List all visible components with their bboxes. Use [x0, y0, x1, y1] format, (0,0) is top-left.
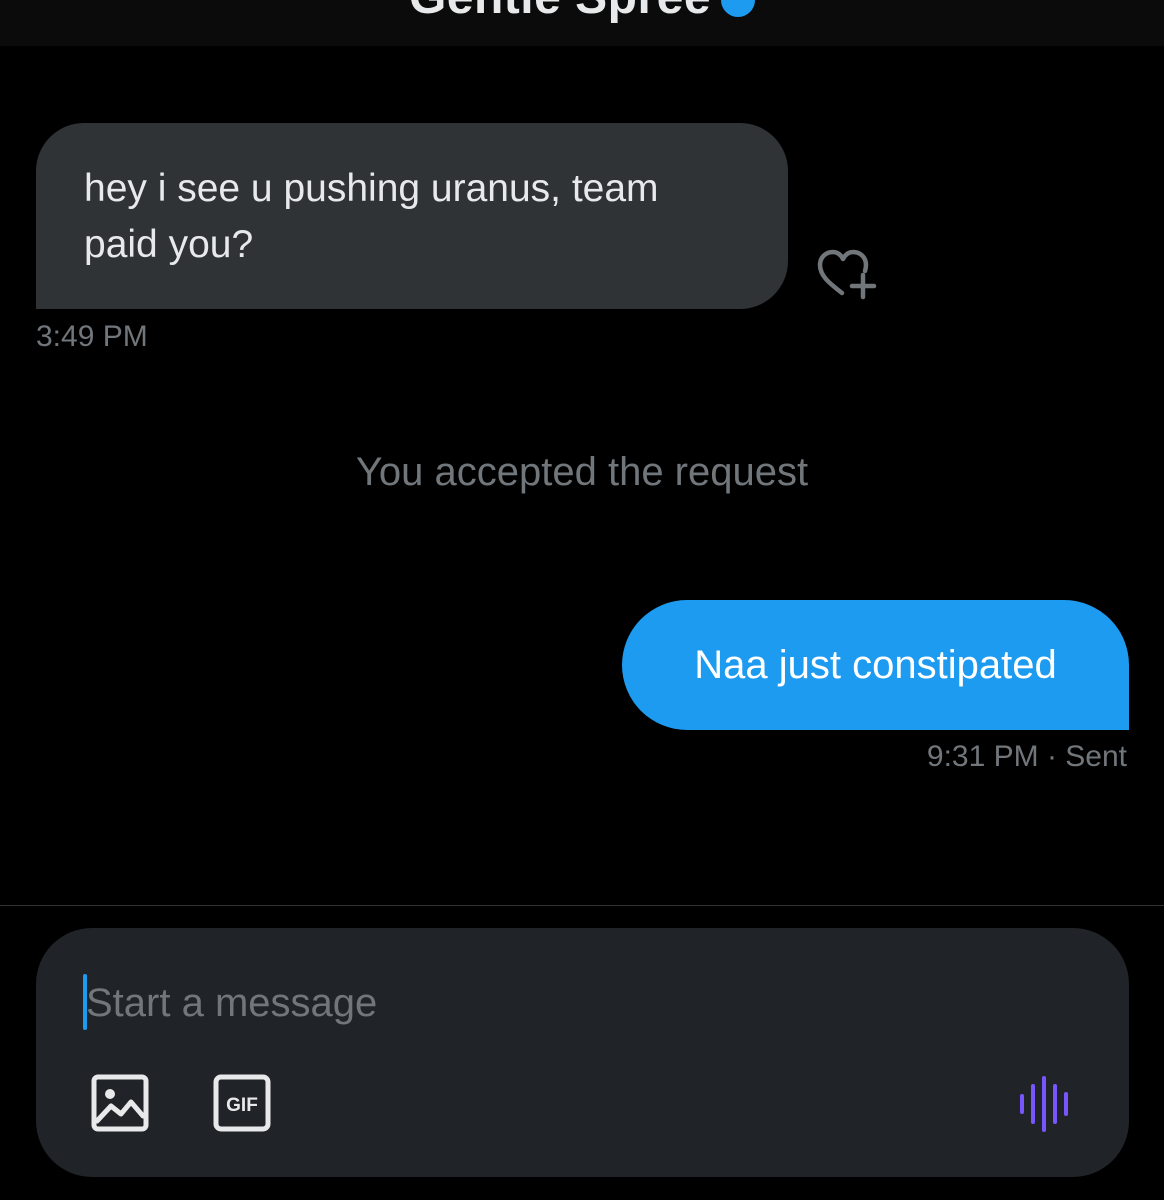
- outgoing-message-bubble[interactable]: Naa just constipated: [622, 600, 1129, 730]
- add-media-button[interactable]: [91, 1074, 149, 1132]
- gif-icon: GIF: [213, 1074, 271, 1132]
- conversation-title[interactable]: Gentle Spree: [0, 0, 1164, 25]
- message-composer: GIF: [36, 928, 1129, 1177]
- image-icon: [91, 1074, 149, 1132]
- request-accepted-notice: You accepted the request: [355, 450, 809, 494]
- message-input[interactable]: [86, 968, 986, 1038]
- composer-divider: [0, 905, 1164, 906]
- verified-badge-icon: [721, 0, 756, 18]
- conversation-header: Gentle Spree: [0, 0, 1164, 46]
- heart-plus-icon: [817, 249, 877, 300]
- voice-wave-icon: [1020, 1076, 1068, 1132]
- outgoing-message-text: Naa just constipated: [694, 643, 1057, 687]
- incoming-message-time: 3:49 PM: [36, 320, 148, 353]
- add-reaction-button[interactable]: [812, 243, 880, 303]
- incoming-message-bubble[interactable]: hey i see u pushing uranus, team paid yo…: [36, 123, 788, 309]
- outgoing-message-status: 9:31 PM · Sent: [926, 740, 1127, 773]
- record-voice-button[interactable]: [1016, 1074, 1076, 1134]
- incoming-message-text: hey i see u pushing uranus, team paid yo…: [84, 167, 659, 266]
- gif-label: GIF: [226, 1095, 258, 1116]
- contact-name[interactable]: Gentle Spree: [409, 0, 711, 24]
- add-gif-button[interactable]: GIF: [213, 1074, 271, 1132]
